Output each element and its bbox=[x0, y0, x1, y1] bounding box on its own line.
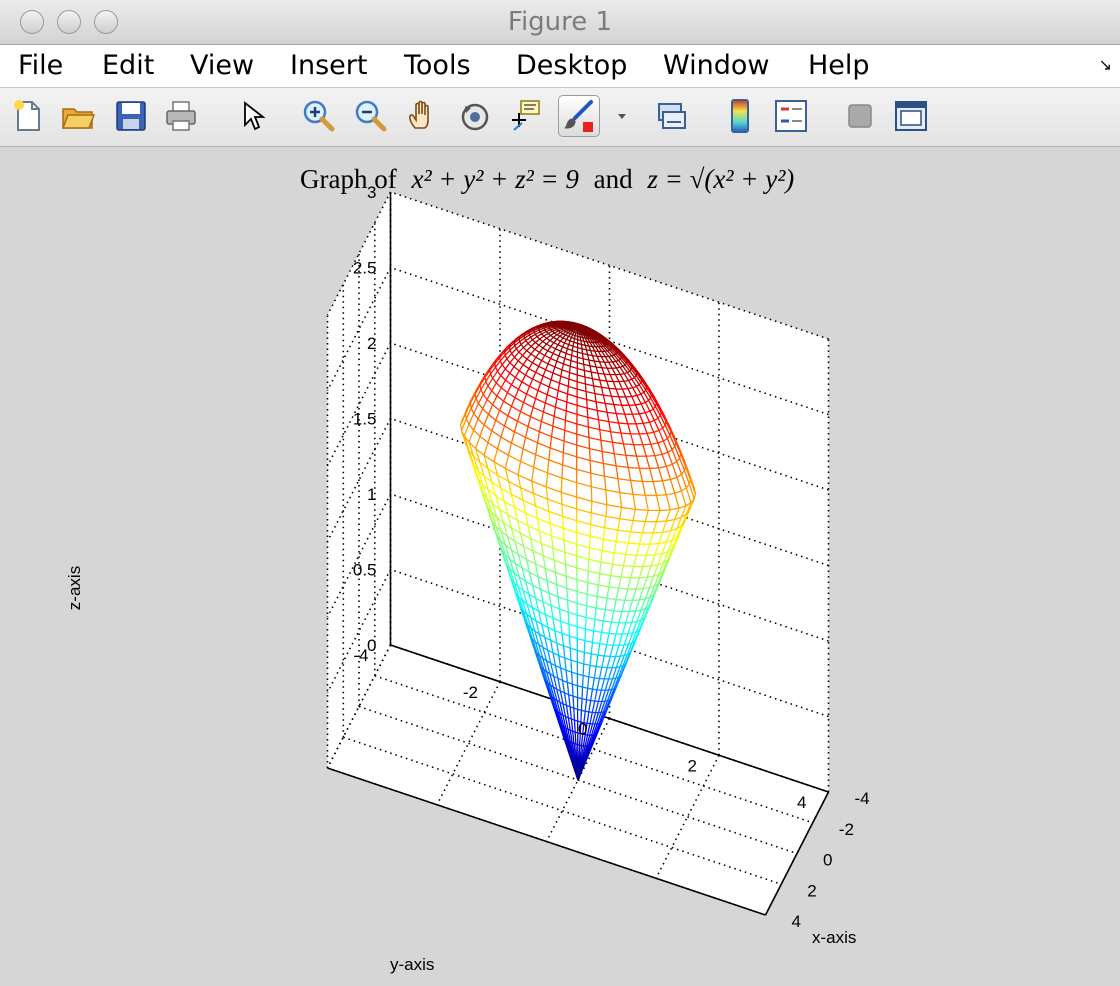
plot-title: Graph of x² + y² + z² = 9 and z = √(x² +… bbox=[300, 164, 794, 194]
open-file-icon[interactable] bbox=[60, 98, 96, 134]
z-tick-label: 1 bbox=[367, 485, 376, 504]
edit-plot-icon[interactable] bbox=[236, 98, 272, 134]
zoom-out-icon[interactable] bbox=[352, 98, 388, 134]
y-tick-label: -2 bbox=[463, 683, 478, 702]
new-figure-icon[interactable] bbox=[10, 98, 46, 134]
x-tick-label: -2 bbox=[839, 820, 854, 839]
hide-plot-tools-icon[interactable] bbox=[842, 98, 878, 134]
brush-button-group[interactable] bbox=[558, 95, 600, 137]
menu-tools[interactable]: Tools bbox=[404, 50, 471, 81]
menu-edit[interactable]: Edit bbox=[102, 50, 154, 81]
title-equation-sphere: x² + y² + z² = 9 bbox=[410, 164, 579, 194]
menu-desktop[interactable]: Desktop bbox=[516, 50, 627, 81]
print-icon[interactable] bbox=[163, 98, 199, 134]
y-tick-label: 2 bbox=[688, 756, 697, 775]
cone-mesh-cell bbox=[572, 695, 579, 711]
menu-bar: File Edit View Insert Tools Desktop Wind… bbox=[0, 45, 1120, 88]
figure-toolbar bbox=[0, 88, 1120, 147]
data-cursor-icon[interactable] bbox=[508, 98, 544, 134]
dock-arrow-icon[interactable]: ↘ bbox=[1099, 55, 1112, 75]
x-tick-label: -4 bbox=[855, 789, 870, 808]
y-tick-label: 4 bbox=[797, 793, 806, 812]
x-axis-label: x-axis bbox=[812, 928, 856, 947]
brush-dropdown-icon[interactable] bbox=[604, 98, 626, 134]
x-tick-label: 2 bbox=[807, 881, 816, 900]
title-prefix: Graph of bbox=[300, 164, 397, 194]
sphere-mesh-cell bbox=[590, 485, 608, 506]
window-titlebar: Figure 1 bbox=[0, 0, 1120, 45]
menu-help[interactable]: Help bbox=[808, 50, 870, 81]
y-axis-label: y-axis bbox=[390, 955, 434, 974]
menu-file[interactable]: File bbox=[18, 50, 63, 81]
z-tick-label: 2 bbox=[367, 334, 376, 353]
zoom-in-icon[interactable] bbox=[300, 98, 336, 134]
z-tick-label: 2.5 bbox=[353, 259, 377, 278]
menu-view[interactable]: View bbox=[190, 50, 254, 81]
z-tick-label: 1.5 bbox=[353, 410, 377, 429]
window-title: Figure 1 bbox=[507, 7, 613, 37]
show-plot-tools-icon[interactable] bbox=[893, 98, 929, 134]
link-plot-icon[interactable] bbox=[653, 98, 689, 134]
rotate-3d-icon[interactable] bbox=[457, 98, 493, 134]
menu-insert[interactable]: Insert bbox=[290, 50, 367, 81]
z-axis-label: z-axis bbox=[65, 566, 84, 610]
insert-legend-icon[interactable] bbox=[773, 98, 809, 134]
x-tick-label: 4 bbox=[792, 912, 801, 931]
menu-window[interactable]: Window bbox=[663, 50, 769, 81]
figure-canvas[interactable]: -4-2024-4-202400.511.522.53 Graph of x² … bbox=[0, 147, 1120, 986]
title-equation-cone: z = √(x² + y²) bbox=[646, 164, 794, 194]
z-tick-label: 0.5 bbox=[353, 561, 377, 580]
x-tick-label: 0 bbox=[823, 851, 832, 870]
pan-icon[interactable] bbox=[405, 98, 441, 134]
brush-icon[interactable] bbox=[561, 98, 597, 134]
title-and: and bbox=[594, 164, 633, 194]
insert-colorbar-icon[interactable] bbox=[722, 98, 758, 134]
save-icon[interactable] bbox=[113, 98, 149, 134]
z-tick-label: 0 bbox=[367, 636, 376, 655]
y-tick-label: 0 bbox=[578, 720, 587, 739]
